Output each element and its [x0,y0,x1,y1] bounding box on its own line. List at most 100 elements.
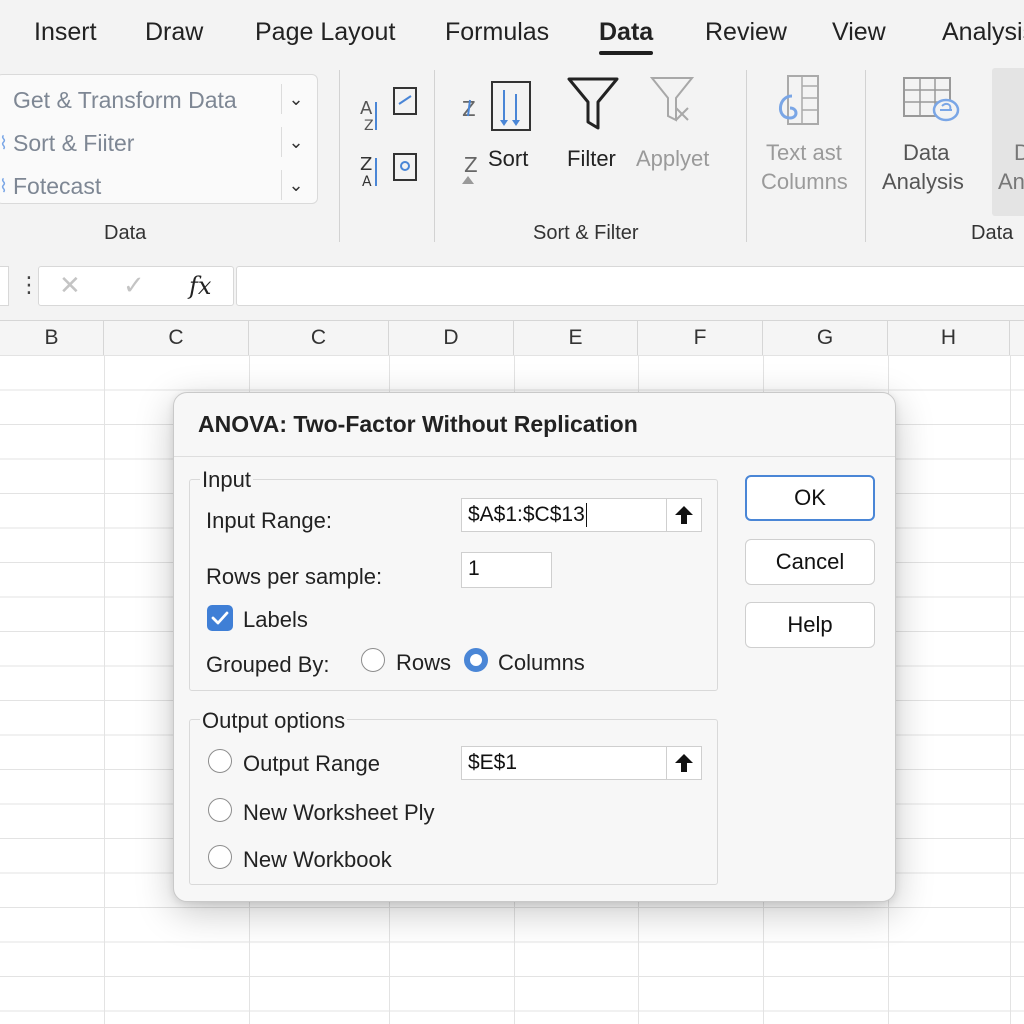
text-to-columns-line2[interactable]: Columns [761,169,848,195]
sort-az-icon[interactable]: Z Z [458,80,538,190]
get-transform-label: Get & Transform Data [13,87,237,113]
data-analysis-line1[interactable]: Data [903,140,949,166]
output-range-label: Output Range [243,751,380,776]
cancel-button[interactable]: Cancel [745,539,875,585]
labels-label: Labels [243,607,308,632]
anova-dialog: ANOVA: Two-Factor Without Replication In… [173,392,896,902]
column-header[interactable]: D [389,321,514,355]
new-worksheet-label: New Worksheet Ply [243,800,435,825]
svg-text:A: A [362,174,372,190]
formula-input[interactable] [236,266,1024,306]
column-header-row: B C C D E F G H [0,320,1024,356]
applyet-button[interactable]: Applyet [636,146,709,172]
data-analysis-line2[interactable]: Analysis [882,169,964,195]
svg-text:Z: Z [364,118,374,134]
ribbon-separator [339,70,340,242]
menu-view[interactable]: View [832,18,886,47]
forecast-small-icon: ⌇ [0,176,8,196]
output-range-field[interactable]: $E$1 [461,746,667,780]
data-group-label-right: Data [971,222,1014,244]
output-range-collapse-button[interactable] [666,746,702,780]
formula-controls: ✕ ✓ fx [38,266,234,306]
forecast-dropdown[interactable]: ⌇ Fotecast ⌄ [0,164,317,206]
arrow-up-icon [675,506,693,524]
svg-text:Z: Z [360,154,372,175]
ribbon: Get & Transform Data ⌄ ⌇ Sort & Fiiter ⌄… [0,68,1024,251]
input-range-value: $A$1:$C$13 [468,503,585,526]
ribbon-separator [746,70,747,242]
output-range-radio[interactable] [208,749,232,773]
insert-function-icon[interactable]: fx [189,272,211,300]
menu-data[interactable]: Data [599,18,654,55]
rows-per-sample-label: Rows per sample: [206,564,383,589]
dialog-title: ANOVA: Two-Factor Without Replication [198,411,638,437]
chevron-down-icon[interactable]: ⌄ [281,170,310,200]
menu-formulas[interactable]: Formulas [445,18,549,47]
menu-draw[interactable]: Draw [145,18,203,47]
title-divider [174,456,895,457]
menu-insert[interactable]: Insert [34,18,97,47]
sort-filter-group-label: Sort & Filter [533,222,639,244]
chevron-down-icon[interactable]: ⌄ [281,84,310,114]
grouped-rows-label: Rows [396,650,452,675]
sort-icons-cluster[interactable]: A Z Z A [356,86,426,206]
help-button[interactable]: Help [745,602,875,648]
new-workbook-label: New Workbook [243,847,392,872]
grouped-columns-label: Columns [498,650,585,675]
filter-button[interactable]: Filter [567,146,616,172]
menu-review[interactable]: Review [705,18,787,47]
sort-button[interactable]: Sort [488,146,528,172]
confirm-edit-icon[interactable]: ✓ [123,270,145,301]
cutoff-button-line2: An [998,169,1024,194]
ribbon-separator [434,70,435,242]
arrow-up-icon [675,754,693,772]
applyet-funnel-icon[interactable] [650,76,694,126]
more-options-icon[interactable]: ⋮ [18,272,40,298]
filter-funnel-icon[interactable] [566,76,620,132]
column-header[interactable]: F [638,321,763,355]
text-to-columns-line1[interactable]: Text ast [766,140,842,166]
column-header[interactable]: B [0,321,104,355]
grouped-rows-radio[interactable] [361,648,385,672]
menu-bar: Insert Draw Page Layout Formulas Data Re… [0,0,1024,70]
new-workbook-radio[interactable] [208,845,232,869]
column-header[interactable]: C [104,321,249,355]
cutoff-button-line1: D [1014,140,1024,165]
ribbon-separator [865,70,866,242]
name-box[interactable] [0,266,9,306]
ok-button[interactable]: OK [745,475,875,521]
output-legend: Output options [200,708,348,734]
query-dropdown-panel: Get & Transform Data ⌄ ⌇ Sort & Fiiter ⌄… [0,74,318,204]
cutoff-ribbon-button[interactable]: D An [992,68,1024,216]
svg-text:Z: Z [464,153,478,177]
svg-text:A: A [360,98,373,119]
column-header[interactable]: E [514,321,638,355]
menu-page-layout[interactable]: Page Layout [255,18,395,47]
forecast-label: Fotecast [13,173,102,199]
rows-per-sample-field[interactable]: 1 [461,552,552,588]
input-legend: Input [200,467,253,493]
grid-line [1010,355,1011,1024]
grouped-by-label: Grouped By: [206,652,330,677]
text-to-columns-icon[interactable] [772,74,822,130]
grid-line [104,355,105,1024]
data-group-label: Data [104,222,147,244]
labels-checkbox[interactable] [207,605,233,631]
menu-analysis[interactable]: Analysis [942,18,1024,47]
sort-filter-dropdown[interactable]: ⌇ Sort & Fiiter ⌄ [0,121,317,163]
get-transform-dropdown[interactable]: Get & Transform Data ⌄ [0,78,317,120]
cancel-edit-icon[interactable]: ✕ [59,270,81,301]
sort-filter-label: Sort & Fiiter [13,130,135,156]
input-range-field[interactable]: $A$1:$C$13 [461,498,667,532]
new-worksheet-radio[interactable] [208,798,232,822]
text-caret [585,503,587,528]
column-header[interactable]: H [888,321,1010,355]
input-range-label: Input Range: [206,508,332,533]
grouped-columns-radio[interactable] [464,648,488,672]
data-analysis-icon[interactable] [902,76,960,126]
column-header[interactable]: G [763,321,888,355]
input-range-collapse-button[interactable] [666,498,702,532]
column-header[interactable]: C [249,321,389,355]
chevron-down-icon[interactable]: ⌄ [281,127,310,157]
checkmark-icon [211,611,229,625]
